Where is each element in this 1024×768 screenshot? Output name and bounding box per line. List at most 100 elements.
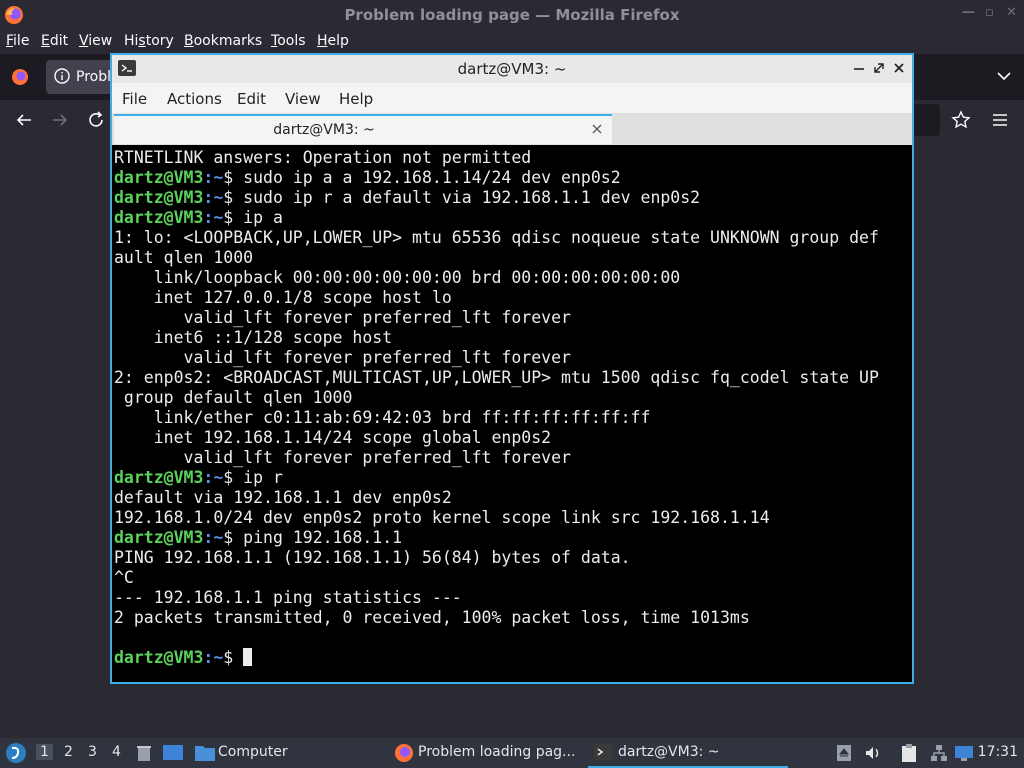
minimize-icon[interactable] [852,61,866,75]
output-text: link/loopback 00:00:00:00:00:00 brd 00:0… [114,268,681,287]
taskbar-task-terminal[interactable]: dartz@VM3: ~ [588,738,788,768]
output-text: valid_lft forever preferred_lft forever [114,448,571,467]
close-tab-icon[interactable] [590,122,604,136]
clock[interactable]: 17:31 [978,744,1018,760]
output-text: default via 192.168.1.1 dev enp0s2 [114,488,452,507]
bookmark-star-icon[interactable] [951,110,971,130]
prompt-symbol: $ [223,168,244,187]
terminal-output-line: 2: enp0s2: <BROADCAST,MULTICAST,UP,LOWER… [114,368,910,388]
forward-arrow-icon[interactable] [50,110,70,130]
terminal-menu-view[interactable]: View [285,90,321,108]
terminal-output-line: valid_lft forever preferred_lft forever [114,448,910,468]
app-launcher-icon[interactable] [5,742,27,764]
menu-tools[interactable]: Tools [271,33,306,49]
network-icon[interactable] [930,744,948,762]
close-icon[interactable] [892,61,906,75]
firefox-window-title: Problem loading page — Mozilla Firefox [344,6,680,24]
terminal-output-line: 1: lo: <LOOPBACK,UP,LOWER_UP> mtu 65536 … [114,228,910,248]
terminal-output-line: group default qlen 1000 [114,388,910,408]
task-label: dartz@VM3: ~ [618,744,720,760]
terminal-output-line: inet6 ::1/128 scope host [114,328,910,348]
back-arrow-icon[interactable] [14,110,34,130]
taskbar-task-firefox[interactable]: Problem loading pag... [392,738,582,768]
terminal-output[interactable]: RTNETLINK answers: Operation not permitt… [114,148,910,680]
output-text: valid_lft forever preferred_lft forever [114,348,571,367]
workspace-2[interactable]: 2 [64,744,73,760]
text-cursor [243,648,253,666]
workspace-4[interactable]: 4 [112,744,121,760]
output-text: inet 127.0.0.1/8 scope host lo [114,288,452,307]
prompt-user: dartz@VM3 [114,168,204,187]
terminal-output-line: ault qlen 1000 [114,248,910,268]
terminal-menu-file[interactable]: File [122,90,147,108]
hamburger-menu-icon[interactable] [990,110,1010,130]
maximize-icon[interactable]: ▫ [985,5,994,20]
folder-icon [195,746,215,761]
terminal-command-line: dartz@VM3:~$ ip a [114,208,910,228]
eject-icon[interactable] [836,744,852,762]
terminal-menu-actions[interactable]: Actions [167,90,222,108]
prompt-path: :~ [203,168,224,187]
menu-bookmarks[interactable]: Bookmarks [184,33,262,49]
terminal-app-icon [594,744,612,760]
menu-file[interactable]: File [6,33,29,49]
chevron-down-icon[interactable] [994,66,1014,86]
terminal-command-line: dartz@VM3:~$ sudo ip a a 192.168.1.14/24… [114,168,910,188]
taskbar-file-manager[interactable]: Computer [194,738,314,768]
terminal-output-line: inet 192.168.1.14/24 scope global enp0s2 [114,428,910,448]
workspace-1[interactable]: 1 [36,744,53,760]
firefox-logo-icon [395,744,413,762]
command-text: ping 192.168.1.1 [243,528,403,547]
show-desktop-icon[interactable] [162,743,184,763]
output-text: ault qlen 1000 [114,248,254,267]
task-label: Problem loading pag... [418,744,576,760]
terminal-output-line: 192.168.1.0/24 dev enp0s2 proto kernel s… [114,508,910,528]
terminal-tabbar: dartz@VM3: ~ [112,113,912,145]
terminal-output-line: PING 192.168.1.1 (192.168.1.1) 56(84) by… [114,548,910,568]
terminal-window-title: dartz@VM3: ~ [457,60,567,78]
terminal-output-line: inet 127.0.0.1/8 scope host lo [114,288,910,308]
terminal-output-line: valid_lft forever preferred_lft forever [114,348,910,368]
prompt-path: :~ [203,468,224,487]
terminal-output-line: link/ether c0:11:ab:69:42:03 brd ff:ff:f… [114,408,910,428]
workspace-3[interactable]: 3 [88,744,97,760]
terminal-output-line: ^C [114,568,910,588]
terminal-window: dartz@VM3: ~ File Actions Edit View Help… [110,53,914,684]
clipboard-icon[interactable] [900,743,918,763]
display-icon[interactable] [954,743,974,763]
taskbar: 1 2 3 4 Computer Problem loading pag... … [0,738,1024,768]
prompt-user: dartz@VM3 [114,528,204,547]
terminal-tab[interactable]: dartz@VM3: ~ [114,114,612,144]
output-text: inet6 ::1/128 scope host [114,328,393,347]
firefox-menubar: File Edit View History Bookmarks Tools H… [0,30,1024,54]
trash-icon[interactable] [134,743,154,763]
menu-history[interactable]: History [124,33,174,49]
reload-icon[interactable] [86,110,106,130]
output-text: 1: lo: <LOOPBACK,UP,LOWER_UP> mtu 65536 … [114,228,879,247]
terminal-menu-help[interactable]: Help [339,90,373,108]
restore-icon[interactable] [872,61,886,75]
terminal-menu-edit[interactable]: Edit [237,90,266,108]
volume-icon[interactable] [864,744,882,762]
output-text: ^C [114,568,134,587]
output-text: link/ether c0:11:ab:69:42:03 brd ff:ff:f… [114,408,651,427]
firefox-titlebar[interactable]: Problem loading page — Mozilla Firefox —… [0,0,1024,30]
close-icon[interactable]: ✕ [1006,5,1017,20]
command-text: ip a [243,208,283,227]
prompt-symbol: $ [223,208,244,227]
tab-label: Probl [76,69,111,85]
output-text: PING 192.168.1.1 (192.168.1.1) 56(84) by… [114,548,631,567]
menu-edit[interactable]: Edit [41,33,68,49]
output-text: RTNETLINK answers: Operation not permitt… [114,148,532,167]
prompt-symbol: $ [223,648,244,667]
prompt-symbol: $ [223,188,244,207]
minimize-icon[interactable]: — [962,5,975,20]
command-text: sudo ip a a 192.168.1.14/24 dev enp0s2 [243,168,621,187]
terminal-titlebar[interactable]: dartz@VM3: ~ [112,55,912,83]
firefox-view-icon[interactable] [10,67,30,87]
terminal-output-line: link/loopback 00:00:00:00:00:00 brd 00:0… [114,268,910,288]
menu-view[interactable]: View [79,33,112,49]
menu-help[interactable]: Help [317,33,349,49]
prompt-user: dartz@VM3 [114,468,204,487]
terminal-menubar: File Actions Edit View Help [112,83,912,113]
